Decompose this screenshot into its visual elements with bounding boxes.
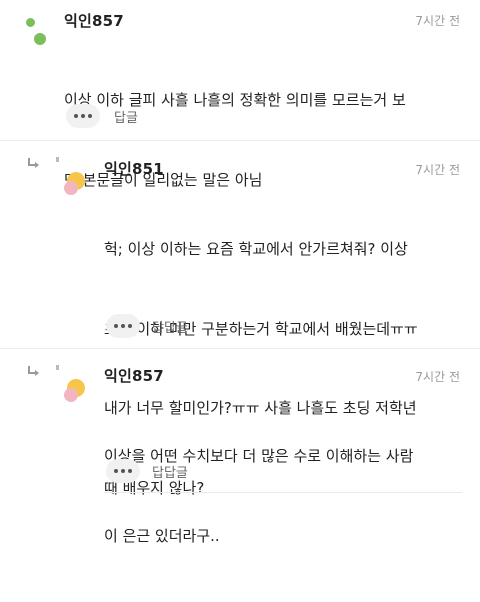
- reply-button[interactable]: 답글: [114, 107, 138, 126]
- marker-icon: [56, 365, 59, 370]
- reply-button[interactable]: 답답글: [152, 317, 188, 336]
- comment-item: 익인857 7시간 전 이상 이하 글피 사흘 나흘의 정확한 의미를 모르는거…: [0, 0, 480, 189]
- comment-time: 7시간 전: [415, 370, 460, 384]
- comment-nickname[interactable]: 익인857: [104, 365, 164, 386]
- dot-icon: [128, 469, 132, 473]
- comment-line: 이상을 어떤 수치보다 더 많은 수로 이해하는 사람: [104, 447, 414, 465]
- divider: [104, 492, 462, 493]
- comment-line: 이 은근 있더라구..: [104, 526, 220, 545]
- comment-time: 7시간 전: [415, 163, 460, 177]
- more-options-button[interactable]: [66, 104, 100, 128]
- dot-icon: [121, 324, 125, 328]
- reply-button[interactable]: 답답글: [152, 462, 188, 481]
- dot-icon: [74, 114, 78, 118]
- comment-time: 7시간 전: [415, 14, 460, 28]
- dot-icon: [114, 324, 118, 328]
- dot-icon: [128, 324, 132, 328]
- comment-line: 헉; 이상 이하는 요즘 학교에서 안가르쳐줘? 이상: [104, 240, 408, 258]
- comment-item: 익인851 7시간 전 헉; 이상 이하는 요즘 학교에서 안가르쳐줘? 이상 …: [0, 140, 480, 497]
- dot-icon: [114, 469, 118, 473]
- reply-arrow-icon: [28, 158, 39, 168]
- comment-nickname[interactable]: 익인851: [104, 158, 164, 179]
- marker-icon: [56, 157, 59, 162]
- chick-avatar: [64, 172, 85, 195]
- dot-icon: [121, 469, 125, 473]
- more-options-button[interactable]: [106, 459, 140, 483]
- comment-body: 이상을 어떤 수치보다 더 많은 수로 이해하는 사람 이 은근 있더라구..: [104, 390, 413, 602]
- dot-icon: [88, 114, 92, 118]
- reply-arrow-icon: [28, 366, 39, 376]
- more-options-button[interactable]: [106, 314, 140, 338]
- comment-item: 익인857 7시간 전 이상을 어떤 수치보다 더 많은 수로 이해하는 사람 …: [0, 348, 480, 545]
- dot-icon: [81, 114, 85, 118]
- chick-avatar: [64, 379, 85, 402]
- comment-nickname[interactable]: 익인857: [64, 10, 124, 31]
- green-dots-avatar: [24, 14, 50, 48]
